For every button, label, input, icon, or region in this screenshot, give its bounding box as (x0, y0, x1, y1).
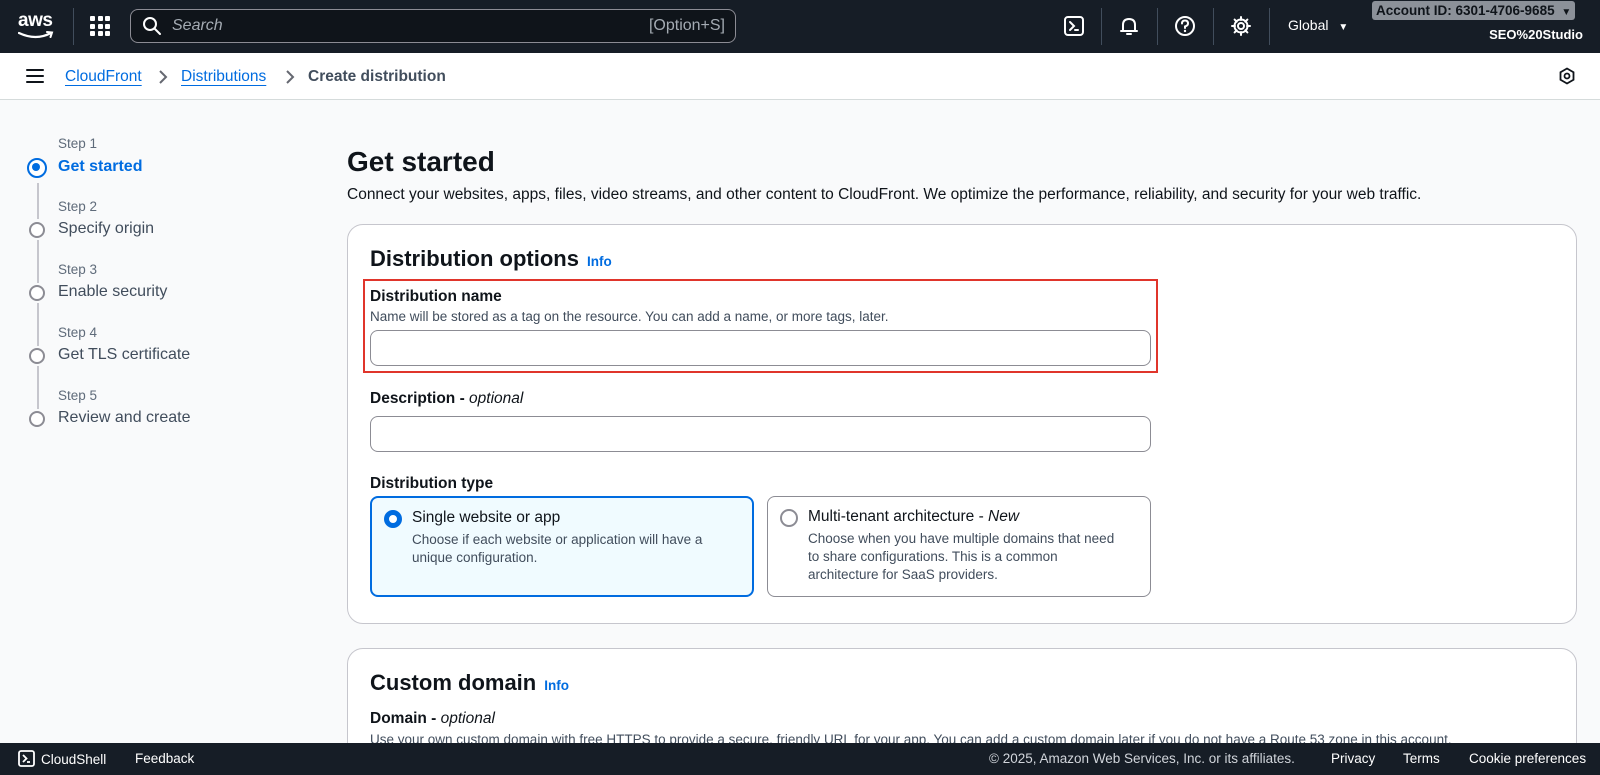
search-shortcut: [Option+S] (648, 17, 725, 34)
cloudshell-icon (18, 750, 35, 767)
type-multi-tenant-tile[interactable]: Multi-tenant architecture - New Choose w… (767, 496, 1151, 597)
breadcrumb-cloudfront[interactable]: CloudFront (65, 68, 142, 86)
account-id-badge[interactable]: Account ID: 6301-4706-9685 ▼ (1372, 1, 1576, 20)
gear-icon[interactable] (1230, 15, 1252, 37)
caret-down-icon: ▼ (1561, 7, 1572, 18)
step-connector (37, 183, 39, 219)
terms-link[interactable]: Terms (1403, 751, 1440, 766)
step-connector (37, 240, 39, 283)
step-number: Step 3 (58, 262, 98, 277)
page-description: Connect your websites, apps, files, vide… (347, 186, 1422, 203)
step-label: Get started (58, 158, 143, 175)
tile-description: Choose when you have multiple domains th… (808, 531, 1115, 582)
nav-divider (1157, 8, 1158, 45)
tile-title: Single website or app (412, 509, 561, 526)
cloudshell-icon[interactable] (1063, 15, 1085, 37)
chevron-right-icon (159, 70, 168, 84)
search-icon (143, 17, 161, 35)
distribution-name-hint: Name will be stored as a tag on the reso… (370, 309, 889, 324)
region-selector[interactable]: Global ▼ (1288, 17, 1348, 33)
step-label: Enable security (58, 283, 168, 300)
panel-title: Distribution options (370, 246, 579, 271)
step-pending-icon (29, 285, 45, 301)
distribution-options-panel: Distribution options Info Distribution na… (347, 224, 1577, 624)
chevron-right-icon (286, 70, 295, 84)
step-label: Get TLS certificate (58, 346, 191, 363)
aws-logo[interactable]: aws (18, 10, 58, 40)
cloudshell-link[interactable]: CloudShell (18, 750, 106, 767)
breadcrumb-bar: CloudFront Distributions Create distribu… (0, 53, 1600, 100)
type-single-website-tile[interactable]: Single website or app Choose if each web… (370, 496, 754, 597)
step-label: Specify origin (58, 220, 155, 237)
tile-title: Multi-tenant architecture - New (808, 508, 1020, 525)
top-navigation: aws Search [Option+S] Global ▼ Account I… (0, 0, 1600, 53)
caret-down-icon: ▼ (1338, 22, 1349, 33)
info-link[interactable]: Info (544, 678, 569, 693)
privacy-link[interactable]: Privacy (1331, 751, 1375, 766)
panel-heading: Distribution options Info (370, 246, 612, 272)
step-pending-icon (29, 348, 45, 364)
account-user[interactable]: SEO%20Studio (1489, 27, 1583, 42)
step-label: Review and create (58, 409, 191, 426)
nav-divider (1101, 8, 1102, 45)
distribution-type-label: Distribution type (370, 475, 494, 492)
step-number: Step 4 (58, 325, 98, 340)
apps-grid-icon[interactable] (90, 16, 110, 36)
distribution-name-input[interactable] (370, 330, 1151, 366)
step-number: Step 1 (58, 136, 98, 151)
distribution-name-label: Distribution name (370, 288, 502, 305)
hexagon-settings-icon[interactable] (1558, 67, 1576, 85)
step-connector (37, 303, 39, 346)
step-pending-icon (29, 411, 45, 427)
panel-heading: Custom domain Info (370, 670, 569, 696)
step-connector (37, 366, 39, 409)
cloudshell-label: CloudShell (41, 752, 107, 767)
aws-logo-text: aws (18, 10, 53, 31)
nav-divider (1269, 8, 1270, 45)
page-title: Get started (347, 146, 495, 177)
breadcrumb-current: Create distribution (308, 68, 446, 85)
step-number: Step 2 (58, 199, 98, 214)
footer: CloudShell Feedback © 2025, Amazon Web S… (0, 743, 1600, 775)
tile-description: Choose if each website or application wi… (412, 532, 703, 565)
radio-unchecked-icon[interactable] (780, 509, 798, 527)
feedback-link[interactable]: Feedback (135, 751, 194, 766)
copyright-text: © 2025, Amazon Web Services, Inc. or its… (989, 751, 1295, 766)
domain-label: Domain - optional (370, 710, 495, 727)
step-pending-icon (29, 222, 45, 238)
radio-checked-icon[interactable] (384, 510, 402, 528)
menu-icon[interactable] (26, 69, 44, 83)
region-label: Global (1288, 17, 1329, 33)
search-placeholder: Search (172, 17, 223, 34)
aws-smile-icon (18, 31, 54, 39)
step-number: Step 5 (58, 388, 98, 403)
account-id: Account ID: 6301-4706-9685 (1376, 3, 1555, 18)
panel-title: Custom domain (370, 670, 537, 695)
description-input[interactable] (370, 416, 1151, 452)
help-icon[interactable] (1174, 15, 1196, 37)
nav-divider (73, 8, 74, 45)
description-label: Description - optional (370, 390, 524, 407)
cookie-preferences-link[interactable]: Cookie preferences (1469, 751, 1586, 766)
step-active-icon (27, 158, 47, 178)
nav-divider (1213, 8, 1214, 45)
bell-icon[interactable] (1118, 15, 1140, 37)
info-link[interactable]: Info (587, 254, 612, 269)
search-box[interactable]: Search [Option+S] (130, 9, 736, 43)
breadcrumb-distributions[interactable]: Distributions (181, 68, 266, 86)
